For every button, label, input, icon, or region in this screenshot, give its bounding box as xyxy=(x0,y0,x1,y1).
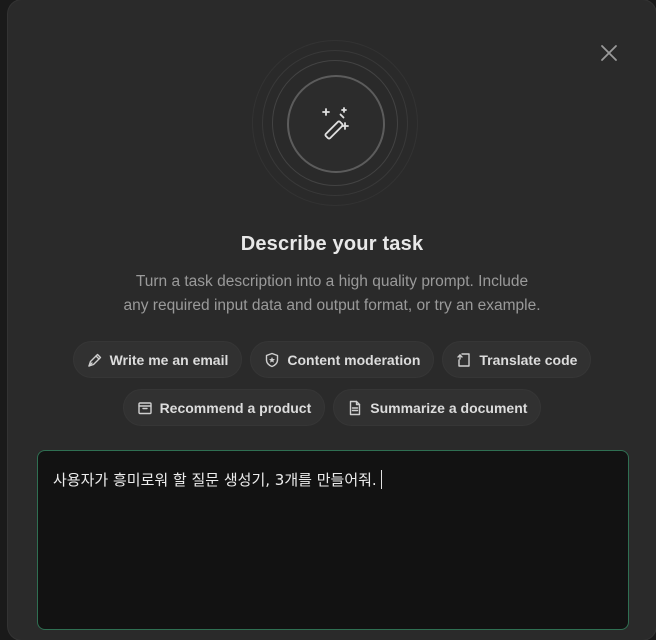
document-icon xyxy=(350,400,361,415)
subtitle-line: Turn a task description into a high qual… xyxy=(135,273,529,290)
close-icon xyxy=(601,45,617,61)
code-file-icon xyxy=(457,352,471,367)
magic-wand-sparkle-icon xyxy=(322,107,349,140)
text-caret xyxy=(380,470,383,489)
task-description-value: 사용자가 흥미로워 할 질문 생성기, 3개를 만들어줘. xyxy=(53,469,383,490)
example-chip-summarize-document[interactable]: Summarize a document xyxy=(333,389,542,426)
dialog-title: Describe your task xyxy=(240,233,424,255)
pen-icon xyxy=(87,353,101,367)
task-description-text: 사용자가 흥미로워 할 질문 생성기, 3개를 만들어줘. xyxy=(53,471,377,489)
describe-task-dialog: Describe your task Turn a task descripti… xyxy=(8,0,656,640)
dialog-subtitle: Turn a task description into a high qual… xyxy=(8,270,656,318)
close-button[interactable] xyxy=(598,42,620,64)
example-chip-translate-code[interactable]: Translate code xyxy=(442,341,592,378)
chip-label: Recommend a product xyxy=(159,399,312,416)
example-chip-recommend-product[interactable]: Recommend a product xyxy=(122,389,326,426)
hero-illustration xyxy=(252,40,418,206)
archive-box-icon xyxy=(137,401,152,414)
chip-label: Summarize a document xyxy=(370,399,528,416)
chip-label: Translate code xyxy=(479,351,578,368)
subtitle-line: any required input data and output forma… xyxy=(123,297,541,314)
chip-label: Write me an email xyxy=(109,351,229,368)
chip-label: Content moderation xyxy=(287,351,421,368)
example-chip-write-email[interactable]: Write me an email xyxy=(72,341,243,378)
example-chips-row: Write me an email Content moderation Tra… xyxy=(8,341,656,378)
example-chips-row: Recommend a product Summarize a document xyxy=(8,389,656,426)
example-chip-content-moderation[interactable]: Content moderation xyxy=(250,341,435,378)
task-description-input[interactable]: 사용자가 흥미로워 할 질문 생성기, 3개를 만들어줘. xyxy=(37,450,629,630)
shield-star-icon xyxy=(266,352,279,367)
